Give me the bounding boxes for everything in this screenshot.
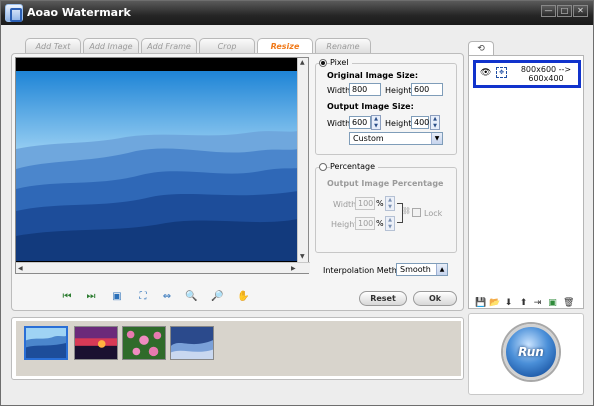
pct-width-field[interactable]: 100 xyxy=(355,197,375,210)
app-window: Aoao Watermark — □ ✕ Add Text Add Image … xyxy=(0,0,594,406)
percentage-label: Percentage xyxy=(330,162,379,171)
orig-height-label: Height: xyxy=(385,86,415,95)
open-folder-icon[interactable]: 📂 xyxy=(489,298,500,308)
scroll-left-icon[interactable]: ◀ xyxy=(18,265,23,272)
thumbnail-sunset[interactable] xyxy=(74,326,118,360)
pixel-radio[interactable] xyxy=(319,59,327,67)
output-percentage-label: Output Image Percentage xyxy=(327,179,444,188)
rotate-icon[interactable]: ⇔ xyxy=(161,291,173,303)
previous-image-icon[interactable]: ⏮ xyxy=(61,291,73,303)
resize-icon: ✥ xyxy=(496,67,507,78)
eye-icon[interactable]: 👁 xyxy=(480,68,491,78)
move-up-icon[interactable]: ⬆ xyxy=(519,298,528,308)
thumbnail-waves[interactable] xyxy=(170,326,214,360)
preview-vertical-scrollbar[interactable]: ▲ ▼ xyxy=(297,58,308,263)
pct-width-stepper[interactable]: ▲ ▼ xyxy=(385,196,395,211)
lock-label: Lock xyxy=(424,209,443,218)
out-width-field[interactable]: 600 xyxy=(349,116,371,129)
preview-image xyxy=(16,71,298,261)
thumbnail-strip xyxy=(11,317,464,380)
interpolation-select[interactable]: Smooth ▲ xyxy=(396,263,448,276)
pct-height-field[interactable]: 100 xyxy=(355,217,375,230)
import-icon[interactable]: ⇥ xyxy=(533,298,542,308)
add-icon[interactable]: ▣ xyxy=(548,298,557,308)
pan-hand-icon[interactable]: ✋ xyxy=(237,291,249,303)
thumbnail-area xyxy=(16,321,461,376)
app-logo-icon xyxy=(5,4,23,22)
chain-link-icon: ⛓ xyxy=(402,207,411,215)
ok-button[interactable]: Ok xyxy=(413,291,457,306)
zoom-out-icon[interactable]: 🔎 xyxy=(211,291,223,303)
reset-button[interactable]: Reset xyxy=(359,291,407,306)
out-height-field[interactable]: 400 xyxy=(411,116,429,129)
scroll-right-icon[interactable]: ▶ xyxy=(291,265,296,272)
tab-resize[interactable]: Resize xyxy=(257,38,313,54)
fit-window-icon[interactable]: ▣ xyxy=(111,291,123,303)
actual-size-icon[interactable]: ⛶ xyxy=(137,291,149,303)
size-preset-select[interactable]: Custom ▼ xyxy=(349,132,443,145)
percentage-radio[interactable] xyxy=(319,163,327,171)
interpolation-value: Smooth xyxy=(400,265,431,274)
pct-height-stepper[interactable]: ▲ ▼ xyxy=(385,216,395,231)
thumbnail-mountains[interactable] xyxy=(24,326,68,360)
run-button[interactable]: Run xyxy=(503,324,559,380)
list-item-text: 800x600 --> 600x400 xyxy=(511,65,581,83)
out-height-label: Height: xyxy=(385,119,415,128)
next-image-icon[interactable]: ⏭ xyxy=(85,291,97,303)
run-label: Run xyxy=(518,345,544,359)
tab-add-frame[interactable]: Add Frame xyxy=(141,38,197,54)
save-icon[interactable]: 💾 xyxy=(475,298,486,308)
close-button[interactable]: ✕ xyxy=(573,5,588,17)
out-width-stepper[interactable]: ▲ ▼ xyxy=(371,115,381,130)
out-height-stepper[interactable]: ▲ ▼ xyxy=(430,115,440,130)
maximize-button[interactable]: □ xyxy=(557,5,572,17)
size-preset-value: Custom xyxy=(353,134,384,143)
delete-icon[interactable]: 🗑 xyxy=(563,298,574,308)
tab-crop[interactable]: Crop xyxy=(199,38,255,54)
pct-height-unit: % xyxy=(376,219,384,228)
zoom-in-icon[interactable]: 🔍 xyxy=(185,291,197,303)
pixel-label: Pixel xyxy=(330,58,352,67)
image-preview: ▲ ▼ ◀ ▶ xyxy=(15,57,310,274)
list-item-line1: 800x600 --> xyxy=(520,65,572,74)
tab-add-text[interactable]: Add Text xyxy=(25,38,81,54)
thumbnail-flowers[interactable] xyxy=(122,326,166,360)
tab-rename[interactable]: Rename xyxy=(315,38,371,54)
list-item[interactable]: 👁 ✥ 800x600 --> 600x400 xyxy=(473,60,581,88)
orig-width-field[interactable]: 800 xyxy=(349,83,381,96)
file-list-panel: 👁 ✥ 800x600 --> 600x400 xyxy=(468,55,584,309)
output-size-label: Output Image Size: xyxy=(327,102,414,111)
tab-add-image[interactable]: Add Image xyxy=(83,38,139,54)
file-list-tab[interactable]: ⟲ xyxy=(468,41,494,56)
scroll-down-icon[interactable]: ▼ xyxy=(300,253,305,260)
lock-checkbox[interactable] xyxy=(412,208,421,217)
move-down-icon[interactable]: ⬇ xyxy=(504,298,513,308)
original-size-label: Original Image Size: xyxy=(327,71,419,80)
pct-width-unit: % xyxy=(376,199,384,208)
chevron-down-icon: ▼ xyxy=(431,133,442,144)
scroll-up-icon[interactable]: ▲ xyxy=(300,59,305,66)
preview-horizontal-scrollbar[interactable]: ◀ ▶ xyxy=(16,262,310,273)
window-title: Aoao Watermark xyxy=(27,6,131,19)
title-bar: Aoao Watermark — □ ✕ xyxy=(1,1,593,25)
chevron-down-icon: ▲ xyxy=(436,264,447,275)
refresh-icon: ⟲ xyxy=(477,44,485,54)
orig-height-field[interactable]: 600 xyxy=(411,83,443,96)
minimize-button[interactable]: — xyxy=(541,5,556,17)
list-item-line2: 600x400 xyxy=(528,74,564,83)
